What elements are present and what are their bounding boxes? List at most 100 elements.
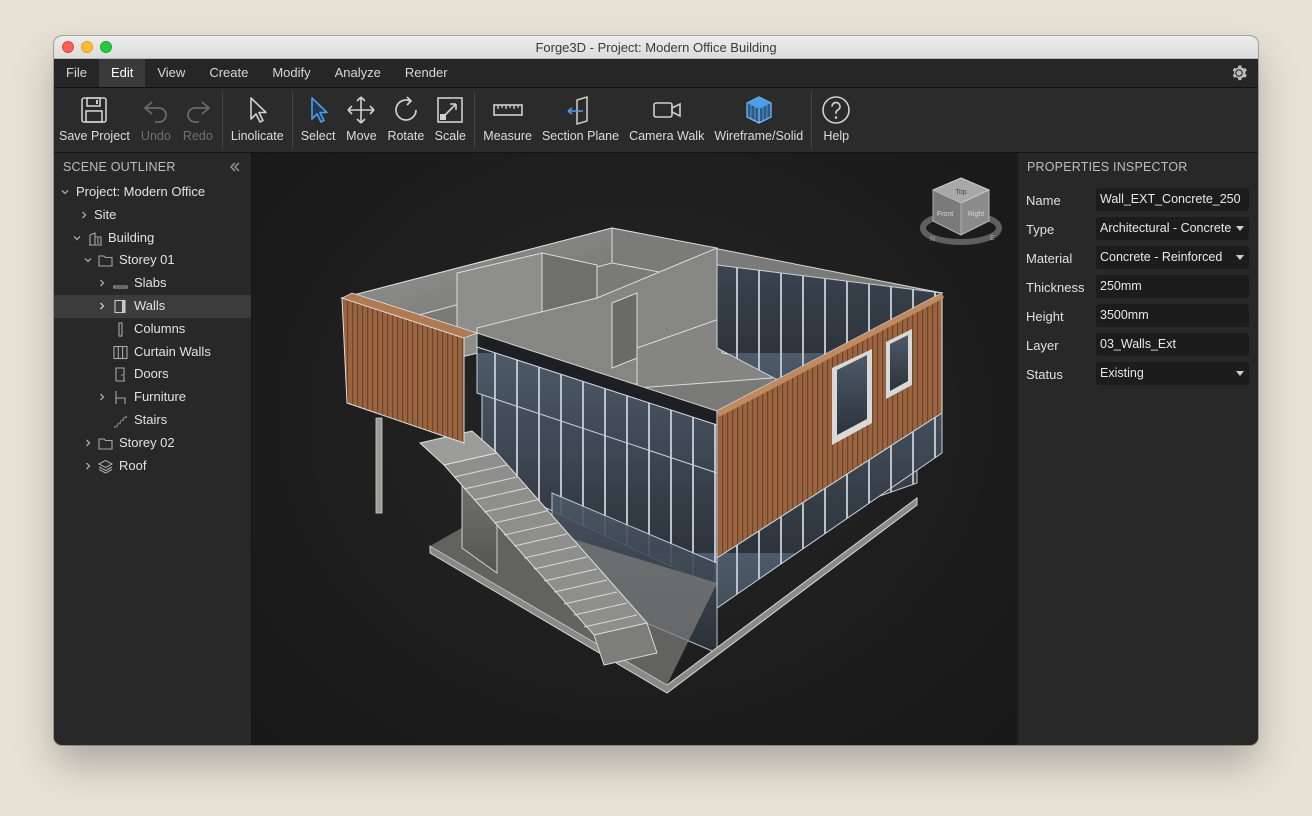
chevron-right-icon[interactable] (97, 301, 107, 311)
select-tool-button[interactable]: Select (296, 88, 341, 152)
section-plane-button[interactable]: Section Plane (537, 88, 624, 152)
compass-north-label: N (930, 236, 935, 243)
menu-view[interactable]: View (145, 59, 197, 87)
building-model[interactable]: Top Front Right N E (252, 153, 1016, 745)
camera-walk-button[interactable]: Camera Walk (624, 88, 709, 152)
tree-label: Site (94, 206, 117, 222)
property-status-label: Status (1026, 367, 1063, 382)
tree-item-slabs[interactable]: Slabs (54, 272, 251, 295)
view-cube[interactable]: Top Front Right N E (920, 177, 1002, 245)
chevron-right-icon[interactable] (83, 461, 93, 471)
double-chevron-left-icon[interactable] (228, 160, 242, 174)
wireframe-solid-toggle[interactable]: Wireframe/Solid (709, 88, 808, 152)
property-layer-field[interactable]: 03_Walls_Ext (1096, 333, 1249, 356)
tree-item-building[interactable]: Building (54, 227, 251, 250)
menu-analyze[interactable]: Analyze (323, 59, 393, 87)
property-type-value: Architectural - Concrete (1100, 221, 1232, 235)
tree-item-storey-02[interactable]: Storey 02 (54, 432, 251, 455)
menu-create[interactable]: Create (197, 59, 260, 87)
chevron-right-icon[interactable] (79, 210, 89, 220)
viewcube-front-label[interactable]: Front (937, 211, 953, 218)
viewcube-top-label[interactable]: Top (955, 189, 966, 196)
tree-item-roof[interactable]: Roof (54, 455, 251, 478)
chevron-right-icon[interactable] (83, 438, 93, 448)
rotate-tool-button[interactable]: Rotate (382, 88, 429, 152)
tree-item-stairs[interactable]: Stairs (54, 409, 251, 432)
measure-tool-button[interactable]: Measure (478, 88, 537, 152)
tree-label: Project: Modern Office (76, 184, 206, 199)
menu-file[interactable]: File (54, 59, 99, 87)
chevron-right-icon[interactable] (97, 392, 107, 402)
close-window-button[interactable] (62, 41, 74, 53)
rotate-icon (395, 96, 417, 121)
dropdown-arrow-icon (1236, 255, 1244, 260)
help-button[interactable]: Help (815, 88, 857, 152)
property-thickness-field[interactable]: 250mm (1096, 275, 1249, 298)
menu-modify[interactable]: Modify (260, 59, 322, 87)
undo-button[interactable]: Undo (135, 88, 177, 152)
gear-icon[interactable] (1230, 64, 1248, 82)
folder-icon (98, 438, 113, 450)
3d-viewport[interactable]: Top Front Right N E (252, 153, 1016, 745)
select-arrow-icon (311, 97, 328, 123)
tree-item-project[interactable]: Project: Modern Office (54, 181, 251, 204)
tree-item-site[interactable]: Site (54, 204, 251, 227)
cursor-icon (250, 97, 268, 123)
maximize-window-button[interactable] (100, 41, 112, 53)
tree-label: Storey 01 (119, 252, 175, 268)
property-material-dropdown[interactable]: Concrete - Reinforced (1096, 246, 1249, 269)
window-controls (62, 41, 112, 53)
cube-icon (746, 96, 772, 124)
tree-item-doors[interactable]: Doors (54, 363, 251, 386)
property-material-row: Material Concrete - Reinforced (1018, 244, 1258, 273)
minimize-window-button[interactable] (81, 41, 93, 53)
redo-label: Redo (182, 129, 213, 143)
property-type-row: Type Architectural - Concrete (1018, 215, 1258, 244)
dropdown-arrow-icon (1236, 371, 1244, 376)
tree-item-columns[interactable]: Columns (54, 318, 251, 341)
chevron-down-icon[interactable] (60, 187, 70, 197)
chair-icon (115, 391, 126, 405)
wireframe-solid-label: Wireframe/Solid (714, 129, 804, 143)
curtain-wall-icon (113, 345, 128, 359)
property-thickness-row: Thickness 250mm (1018, 273, 1258, 302)
redo-button[interactable]: Redo (177, 88, 219, 152)
toolbar-separator (291, 92, 293, 148)
move-tool-button[interactable]: Move (340, 88, 382, 152)
property-height-label: Height (1026, 309, 1064, 324)
linolicate-button[interactable]: Linolicate (226, 88, 289, 152)
help-label: Help (823, 129, 850, 143)
tree-item-furniture[interactable]: Furniture (54, 386, 251, 409)
chevron-down-icon[interactable] (72, 233, 82, 243)
property-layer-row: Layer 03_Walls_Ext (1018, 331, 1258, 360)
toolbar-separator (474, 92, 476, 148)
tree-item-walls[interactable]: Walls (54, 294, 251, 318)
save-project-label: Save Project (59, 129, 130, 143)
save-project-button[interactable]: Save Project (54, 88, 135, 152)
outliner-title-text: SCENE OUTLINER (63, 160, 176, 174)
undo-icon (143, 101, 167, 123)
compass-east-label: E (990, 235, 995, 242)
tree-label: Slabs (134, 275, 167, 291)
viewcube-right-label[interactable]: Right (968, 211, 984, 218)
property-status-dropdown[interactable]: Existing (1096, 362, 1249, 385)
properties-inspector-panel: PROPERTIES INSPECTOR Name Wall_EXT_Concr… (1017, 153, 1258, 745)
rotate-label: Rotate (387, 129, 425, 143)
menu-render[interactable]: Render (393, 59, 460, 87)
tree-label: Furniture (134, 389, 187, 405)
property-status-row: Status Existing (1018, 360, 1258, 389)
scale-tool-button[interactable]: Scale (429, 88, 471, 152)
property-type-dropdown[interactable]: Architectural - Concrete (1096, 217, 1249, 240)
chevron-down-icon[interactable] (83, 255, 93, 265)
chevron-right-icon[interactable] (97, 278, 107, 288)
property-name-field[interactable]: Wall_EXT_Concrete_250 (1096, 188, 1249, 211)
tree-item-storey-01[interactable]: Storey 01 (54, 249, 251, 272)
help-icon (822, 96, 851, 124)
section-plane-icon (567, 95, 588, 126)
property-name-label: Name (1026, 193, 1061, 208)
stairs-icon (114, 414, 127, 428)
tree-item-curtain-walls[interactable]: Curtain Walls (54, 341, 251, 364)
menu-edit[interactable]: Edit (98, 59, 146, 87)
property-height-field[interactable]: 3500mm (1096, 304, 1249, 327)
wall-icon (114, 299, 126, 314)
